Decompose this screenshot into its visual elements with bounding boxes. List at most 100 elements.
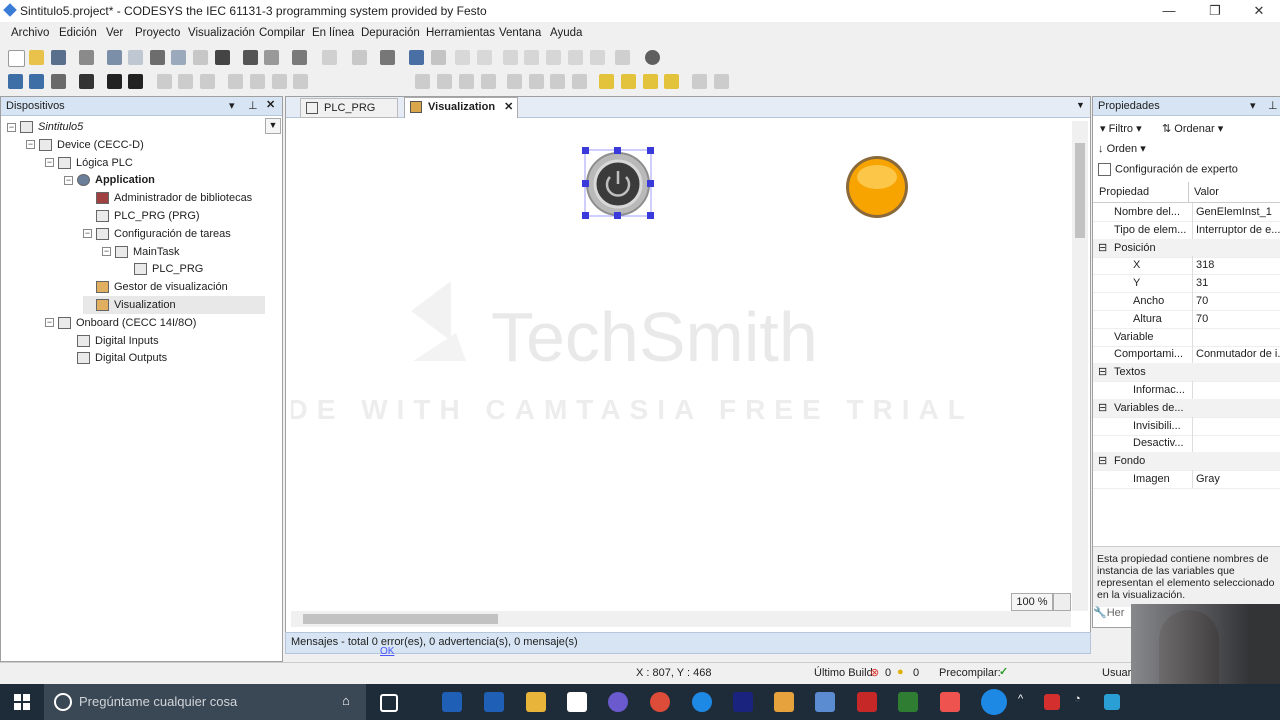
select-icon[interactable] (8, 74, 23, 89)
app-eye-icon[interactable] (608, 692, 628, 712)
panel-menu-icon[interactable]: ▾ (229, 99, 235, 112)
property-row[interactable]: Comportami... Conmutador de i... (1093, 345, 1280, 365)
tab-visualization[interactable]: Visualization ✕ (404, 97, 518, 118)
wifi-icon[interactable]: ◔ (1074, 693, 1081, 705)
tree-expander-icon[interactable]: − (45, 318, 54, 328)
step-over-icon[interactable] (524, 50, 539, 65)
reset-icon[interactable] (590, 50, 605, 65)
microphone-icon[interactable]: ⌂ (342, 693, 350, 708)
property-row[interactable]: Nombre del... GenElemInst_1 (1093, 203, 1280, 222)
table-icon[interactable] (51, 74, 66, 89)
tree-expander-icon[interactable]: − (45, 158, 54, 168)
tree-item[interactable]: − Device (CECC-D) (26, 136, 144, 154)
open-folder-icon[interactable] (29, 50, 44, 65)
tree-item[interactable]: Digital Inputs (64, 332, 159, 350)
horizontal-scroll-thumb[interactable] (303, 614, 498, 624)
property-value[interactable] (1192, 416, 1280, 435)
property-value[interactable]: 31 (1192, 274, 1280, 293)
vertical-scroll-thumb[interactable] (1075, 143, 1085, 238)
zoom-tool-icon[interactable] (1053, 593, 1071, 611)
login-icon[interactable] (409, 50, 424, 65)
property-value[interactable]: Interruptor de e... (1192, 220, 1280, 239)
stop-icon[interactable] (477, 50, 492, 65)
taskbar-search[interactable]: Pregúntame cualquier cosa ⌂ (44, 684, 366, 720)
codesys-taskbar-icon[interactable] (815, 692, 835, 712)
category-collapse-icon[interactable]: ⊟ (1098, 399, 1107, 417)
tree-expander-icon[interactable]: − (64, 175, 73, 185)
filter-button[interactable]: ▾ Filtro ▾ (1100, 122, 1142, 135)
property-value[interactable] (1192, 381, 1280, 399)
property-category[interactable]: ⊟ Posición (1093, 238, 1280, 258)
redo-icon[interactable] (128, 50, 143, 65)
herr-tab[interactable]: 🔧Her (1093, 606, 1133, 626)
property-value[interactable]: Gray (1192, 470, 1280, 488)
save-icon[interactable] (51, 50, 66, 65)
messages-bar[interactable]: Mensajes - total 0 error(es), 0 adverten… (285, 632, 1091, 654)
property-row[interactable]: Invisibili... (1093, 416, 1280, 436)
property-value[interactable] (1192, 434, 1280, 453)
property-value[interactable]: 70 (1192, 292, 1280, 310)
edge-icon[interactable] (692, 692, 712, 712)
tree-item[interactable]: − Configuración de tareas (83, 225, 231, 243)
tree-item[interactable]: − Application (64, 171, 155, 189)
tree-item[interactable]: − MainTask (102, 243, 179, 261)
tree-expander-icon[interactable] (64, 354, 73, 363)
expert-checkbox-row[interactable]: Configuración de experto (1098, 163, 1238, 176)
find-icon[interactable] (243, 50, 258, 65)
tree-item[interactable]: − Onboard (CECC 14I/8O) (45, 314, 196, 332)
properties-pin-icon[interactable]: ⊥ (1268, 99, 1278, 112)
property-value[interactable]: 70 (1192, 309, 1280, 328)
property-category[interactable]: ⊟ Textos (1093, 363, 1280, 383)
menu-archivo[interactable]: Archivo (11, 27, 49, 39)
festo-app-icon[interactable] (442, 692, 462, 712)
media-icon[interactable] (774, 692, 794, 712)
pdf-icon[interactable] (857, 692, 877, 712)
tree-item[interactable]: − Sintitulo5 (7, 118, 83, 136)
tab-list-icon[interactable]: ▼ (1076, 100, 1085, 110)
menu-proyecto[interactable]: Proyecto (135, 27, 180, 39)
align-bottom-icon[interactable] (272, 74, 287, 89)
align-right-icon[interactable] (200, 74, 215, 89)
tool-icon[interactable] (352, 50, 367, 65)
tree-dropdown-icon[interactable]: ▼ (265, 118, 281, 134)
property-value[interactable] (1192, 327, 1280, 346)
minimize-button[interactable]: — (1146, 0, 1192, 22)
send-back-icon[interactable] (664, 74, 679, 89)
undo-icon[interactable] (107, 50, 122, 65)
delete-icon[interactable] (215, 50, 230, 65)
distribute-icon[interactable] (415, 74, 430, 89)
align-middle-icon[interactable] (250, 74, 265, 89)
spacing-icon[interactable] (459, 74, 474, 89)
category-collapse-icon[interactable]: ⊟ (1098, 363, 1107, 381)
property-row[interactable]: Tipo de elem... Interruptor de e... (1093, 220, 1280, 240)
compile-icon[interactable] (380, 50, 395, 65)
step-into-icon[interactable] (503, 50, 518, 65)
bring-front-icon[interactable] (599, 74, 614, 89)
menu-herramientas[interactable]: Herramientas (426, 27, 495, 39)
category-collapse-icon[interactable]: ⊟ (1098, 239, 1107, 257)
menu-ayuda[interactable]: Ayuda (550, 27, 582, 39)
tray-network-icon[interactable] (1104, 694, 1120, 710)
properties-menu-icon[interactable]: ▾ (1250, 99, 1256, 112)
horizontal-scrollbar[interactable] (291, 611, 1071, 627)
close-button[interactable]: ✕ (1236, 0, 1280, 22)
interface-icon[interactable] (29, 74, 44, 89)
paste-icon[interactable] (193, 50, 208, 65)
align-left-icon[interactable] (157, 74, 172, 89)
new-file-icon[interactable] (8, 50, 25, 67)
expert-checkbox[interactable] (1098, 163, 1111, 176)
property-row[interactable]: Informac... (1093, 381, 1280, 400)
print-icon[interactable] (79, 50, 94, 65)
property-row[interactable]: X 318 (1093, 256, 1280, 276)
insert-icon[interactable] (322, 50, 337, 65)
run-icon[interactable] (455, 50, 470, 65)
replace-icon[interactable] (264, 50, 279, 65)
tree-expander-icon[interactable] (83, 301, 92, 310)
property-row[interactable]: Altura 70 (1093, 309, 1280, 329)
menu-ventana[interactable]: Ventana (499, 27, 541, 39)
ok-link[interactable]: OK (380, 646, 394, 657)
tree-expander-icon[interactable] (83, 283, 92, 292)
lock-icon[interactable] (692, 74, 707, 89)
zoom-level[interactable]: 100 % (1011, 593, 1053, 611)
help-icon[interactable] (981, 689, 1007, 715)
